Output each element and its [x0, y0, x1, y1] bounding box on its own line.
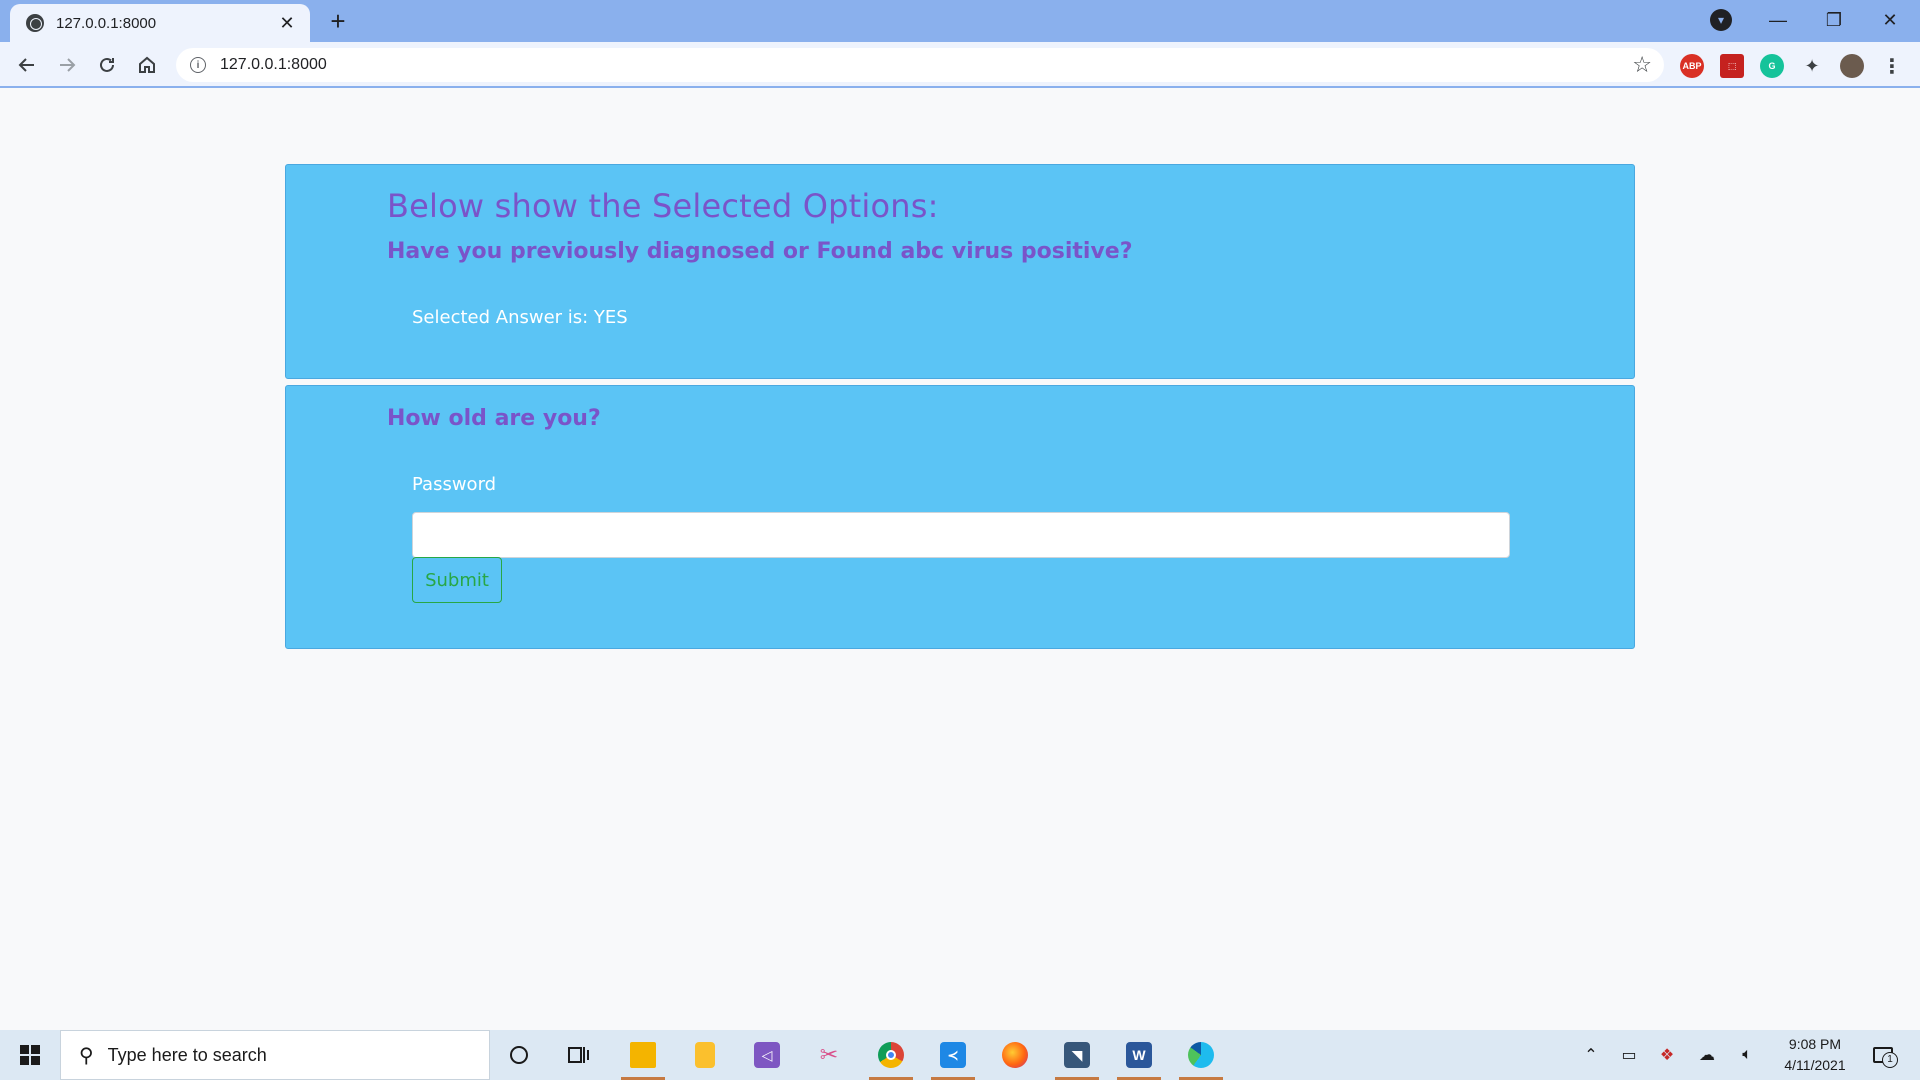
clock-date: 4/11/2021	[1784, 1057, 1846, 1073]
visual-studio-icon[interactable]: ◁	[742, 1035, 792, 1075]
browser-tab-bar: 127.0.0.1:8000 ✕ + ▾ — ❐ ✕	[0, 0, 1920, 42]
page-content: Below show the Selected Options: Have yo…	[0, 90, 1920, 1030]
selected-options-card: Below show the Selected Options: Have yo…	[285, 164, 1635, 379]
back-button[interactable]	[10, 48, 44, 82]
selected-options-title: Below show the Selected Options:	[387, 187, 939, 225]
menu-kebab-icon[interactable]: ⋮	[1880, 54, 1904, 78]
info-icon[interactable]: i	[190, 57, 206, 73]
tab-title: 127.0.0.1:8000	[56, 14, 157, 32]
home-button[interactable]	[130, 48, 164, 82]
sticky-notes-icon[interactable]	[680, 1035, 730, 1075]
restore-button[interactable]: ❐	[1806, 0, 1862, 40]
onedrive-cloud-icon[interactable]: ☁	[1690, 1030, 1724, 1080]
volume-icon[interactable]: 🔈︎	[1730, 1030, 1764, 1080]
windows-logo-icon	[20, 1045, 40, 1065]
password-label: Password	[412, 474, 497, 495]
tab-close-button[interactable]: ✕	[276, 13, 298, 34]
system-clock[interactable]: 9:08 PM 4/11/2021	[1760, 1034, 1870, 1076]
cortana-icon[interactable]	[494, 1035, 544, 1075]
age-question: How old are you?	[387, 406, 601, 431]
age-question-card: How old are you? Password Submit	[285, 385, 1635, 649]
arrow-right-icon	[60, 58, 76, 72]
task-view-icon[interactable]	[554, 1035, 604, 1075]
search-icon: ⚲	[79, 1044, 94, 1067]
snipping-tool-icon[interactable]: ✂	[804, 1035, 854, 1075]
arrow-left-icon	[18, 58, 34, 72]
selected-answer: Selected Answer is: YES	[412, 307, 628, 328]
reload-button[interactable]	[90, 48, 124, 82]
chrome-icon[interactable]	[866, 1035, 916, 1080]
profile-avatar[interactable]	[1840, 54, 1864, 78]
forward-button[interactable]	[50, 48, 84, 82]
new-tab-button[interactable]: +	[322, 6, 354, 38]
bookmark-star-icon[interactable]: ☆	[1632, 52, 1652, 78]
edge-icon[interactable]	[1176, 1035, 1226, 1080]
dropbox-icon[interactable]: ❖	[1650, 1030, 1684, 1080]
windows-taskbar: ⚲ Type here to search ◁ ✂ ≺ ◥ W ⌃ ▭ ❖ ☁ …	[0, 1030, 1920, 1080]
word-icon[interactable]: W	[1114, 1035, 1164, 1080]
mysql-workbench-icon[interactable]: ◥	[1052, 1035, 1102, 1080]
url-text[interactable]: 127.0.0.1:8000	[220, 56, 1632, 74]
notification-count-badge: 1	[1882, 1052, 1898, 1068]
reload-icon	[100, 57, 114, 72]
start-button[interactable]	[0, 1030, 60, 1080]
minimize-button[interactable]: —	[1750, 0, 1806, 40]
extensions-puzzle-icon[interactable]: ✦	[1800, 54, 1824, 78]
file-explorer-icon[interactable]	[618, 1035, 668, 1080]
firefox-icon[interactable]	[990, 1035, 1040, 1075]
taskbar-search-placeholder: Type here to search	[107, 1044, 267, 1065]
tab-search-icon[interactable]: ▾	[1710, 9, 1732, 31]
address-bar[interactable]: i 127.0.0.1:8000 ☆	[176, 48, 1664, 82]
task-view-glyph	[568, 1047, 589, 1063]
close-window-button[interactable]: ✕	[1862, 0, 1918, 40]
browser-tab[interactable]: 127.0.0.1:8000 ✕	[10, 4, 310, 42]
home-icon	[139, 56, 155, 73]
submit-button[interactable]: Submit	[412, 557, 502, 603]
show-hidden-icons-chevron-up-icon[interactable]: ⌃	[1574, 1030, 1608, 1080]
adblock-extension-icon[interactable]: ABP	[1680, 54, 1704, 78]
taskbar-search-box[interactable]: ⚲ Type here to search	[60, 1030, 490, 1080]
vscode-icon[interactable]: ≺	[928, 1035, 978, 1080]
action-center-button[interactable]: 1	[1866, 1038, 1900, 1072]
globe-icon	[26, 14, 44, 32]
clock-time: 9:08 PM	[1788, 1036, 1842, 1052]
browser-toolbar: i 127.0.0.1:8000 ☆ ABP ⬚ G ✦ ⋮	[0, 42, 1920, 88]
battery-icon[interactable]: ▭	[1612, 1030, 1646, 1080]
grammarly-extension-icon[interactable]: G	[1760, 54, 1784, 78]
virus-question: Have you previously diagnosed or Found a…	[387, 239, 1133, 264]
pdf-extension-icon[interactable]: ⬚	[1720, 54, 1744, 78]
password-input[interactable]	[412, 512, 1510, 558]
